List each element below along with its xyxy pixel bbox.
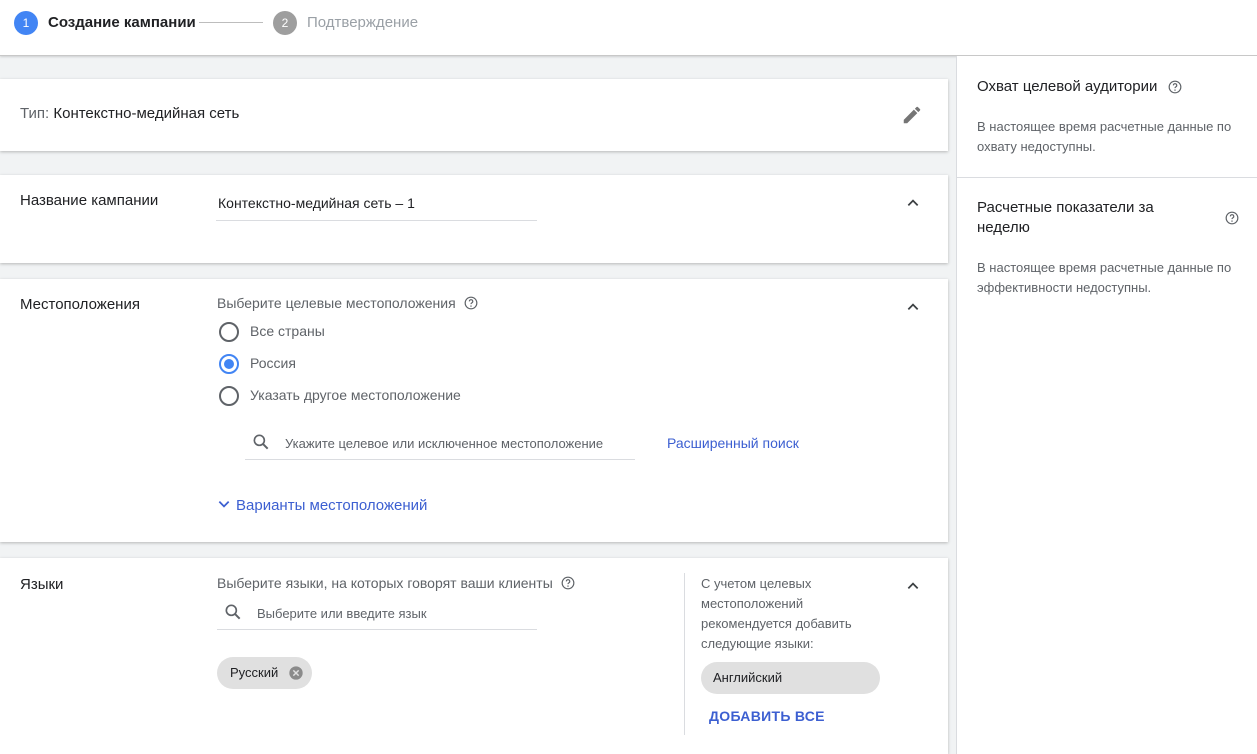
radio-all-countries-label: Все страны: [250, 323, 325, 339]
location-search-field: [245, 426, 635, 460]
languages-card: Языки Выберите языки, на которых говорят…: [0, 558, 948, 754]
language-search-field: [217, 596, 537, 630]
location-options-label: Варианты местоположений: [236, 497, 428, 514]
locations-title: Местоположения: [20, 296, 140, 313]
help-icon[interactable]: [464, 296, 478, 310]
radio-all-countries[interactable]: [219, 322, 239, 342]
language-chip-russian: Русский: [217, 657, 312, 689]
campaign-type-card: Тип: Контекстно-медийная сеть: [0, 79, 948, 151]
recommendation-divider: [684, 573, 685, 735]
location-options-toggle[interactable]: Варианты местоположений: [217, 497, 427, 514]
radio-russia[interactable]: [219, 354, 239, 374]
languages-hint-text: Выберите языки, на которых говорят ваши …: [217, 575, 553, 591]
campaign-name-input[interactable]: Контекстно-медийная сеть – 1: [216, 193, 537, 221]
panel-divider: [957, 177, 1257, 178]
languages-title: Языки: [20, 576, 64, 593]
chevron-up-icon[interactable]: [906, 300, 920, 314]
step2-number: 2: [273, 11, 297, 35]
reach-title: Охват целевой аудитории: [977, 78, 1158, 95]
type-prefix: Тип:: [20, 105, 50, 122]
language-chip-label: Русский: [230, 665, 279, 680]
locations-hint-text: Выберите целевые местоположения: [217, 295, 456, 311]
edit-icon[interactable]: [901, 104, 923, 126]
location-search-input[interactable]: [285, 433, 625, 453]
locations-card: Местоположения Выберите целевые местопол…: [0, 279, 948, 542]
advanced-search-link[interactable]: Расширенный поиск: [667, 435, 799, 451]
chevron-up-icon[interactable]: [906, 196, 920, 210]
recommended-language-chip[interactable]: Английский: [701, 662, 880, 694]
radio-other-location-label: Указать другое местоположение: [250, 387, 461, 403]
stepper-bar: 1 Создание кампании 2 Подтверждение: [0, 0, 1257, 56]
step1-label: Создание кампании: [48, 14, 196, 31]
type-value: Контекстно-медийная сеть: [53, 105, 240, 122]
radio-russia-label: Россия: [250, 355, 296, 371]
radio-other-location[interactable]: [219, 386, 239, 406]
campaign-type-text: Тип: Контекстно-медийная сеть: [20, 105, 239, 122]
languages-hint: Выберите языки, на которых говорят ваши …: [217, 575, 575, 591]
recommended-language-label: Английский: [713, 670, 783, 685]
step2-label: Подтверждение: [307, 14, 419, 31]
help-icon[interactable]: [561, 576, 575, 590]
chevron-up-icon[interactable]: [906, 579, 920, 593]
language-search-input[interactable]: [257, 603, 527, 623]
close-icon[interactable]: [288, 665, 304, 681]
weekly-text: В настоящее время расчетные данные по эф…: [977, 260, 1232, 295]
add-all-button[interactable]: ДОБАВИТЬ ВСЕ: [709, 708, 825, 724]
language-recommendation-text: С учетом целевых местоположений рекоменд…: [701, 576, 852, 651]
campaign-name-title: Название кампании: [20, 192, 159, 209]
estimates-panel: Охват целевой аудитории В настоящее врем…: [956, 56, 1257, 754]
search-icon: [253, 434, 269, 450]
campaign-name-card: Название кампании Контекстно-медийная се…: [0, 175, 948, 263]
search-icon: [225, 604, 241, 620]
help-icon[interactable]: [1168, 80, 1182, 94]
locations-hint: Выберите целевые местоположения: [217, 295, 478, 311]
chevron-down-icon: [218, 501, 230, 508]
weekly-title: Расчетные показатели за неделю: [977, 199, 1154, 236]
reach-text: В настоящее время расчетные данные по ох…: [977, 119, 1232, 154]
step-connector: [199, 22, 263, 23]
help-icon[interactable]: [1225, 211, 1239, 225]
step1-number: 1: [14, 11, 38, 35]
